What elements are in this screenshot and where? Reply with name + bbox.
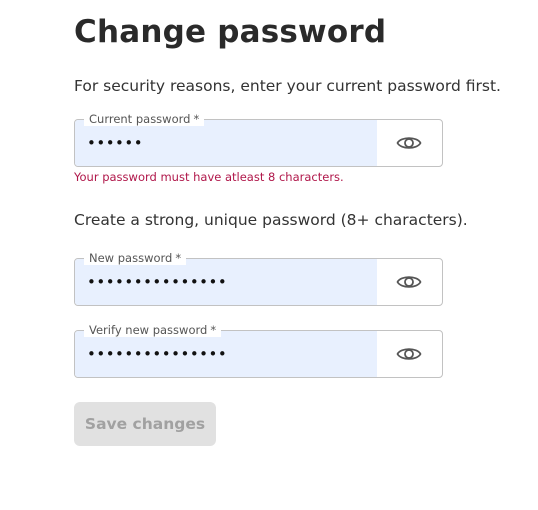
current-password-field[interactable]: Current password * xyxy=(74,112,443,167)
new-password-input[interactable] xyxy=(87,269,367,295)
required-asterisk: * xyxy=(193,112,200,126)
save-changes-button[interactable]: Save changes xyxy=(74,402,216,446)
current-password-error: Your password must have atleast 8 charac… xyxy=(74,170,344,184)
new-password-field[interactable]: New password * xyxy=(74,251,443,306)
verify-new-password-field[interactable]: Verify new password * xyxy=(74,323,443,378)
current-password-label: Current password * xyxy=(84,112,205,126)
required-asterisk: * xyxy=(175,251,182,265)
current-password-input[interactable] xyxy=(87,130,367,156)
current-password-instructions: For security reasons, enter your current… xyxy=(74,77,501,95)
toggle-current-password-visibility-button[interactable] xyxy=(376,120,442,166)
verify-new-password-input[interactable] xyxy=(87,341,367,367)
eye-icon xyxy=(396,348,422,360)
new-password-instructions: Create a strong, unique password (8+ cha… xyxy=(74,211,468,229)
eye-icon xyxy=(396,276,422,288)
current-password-label-text: Current password xyxy=(89,112,191,126)
new-password-label-text: New password xyxy=(89,251,173,265)
new-password-label: New password * xyxy=(84,251,187,265)
toggle-verify-password-visibility-button[interactable] xyxy=(376,331,442,377)
required-asterisk: * xyxy=(210,323,217,337)
verify-new-password-label-text: Verify new password xyxy=(89,323,208,337)
eye-icon xyxy=(396,137,422,149)
page-title: Change password xyxy=(74,14,387,50)
change-password-page: Change password For security reasons, en… xyxy=(0,0,538,510)
toggle-new-password-visibility-button[interactable] xyxy=(376,259,442,305)
verify-new-password-label: Verify new password * xyxy=(84,323,222,337)
